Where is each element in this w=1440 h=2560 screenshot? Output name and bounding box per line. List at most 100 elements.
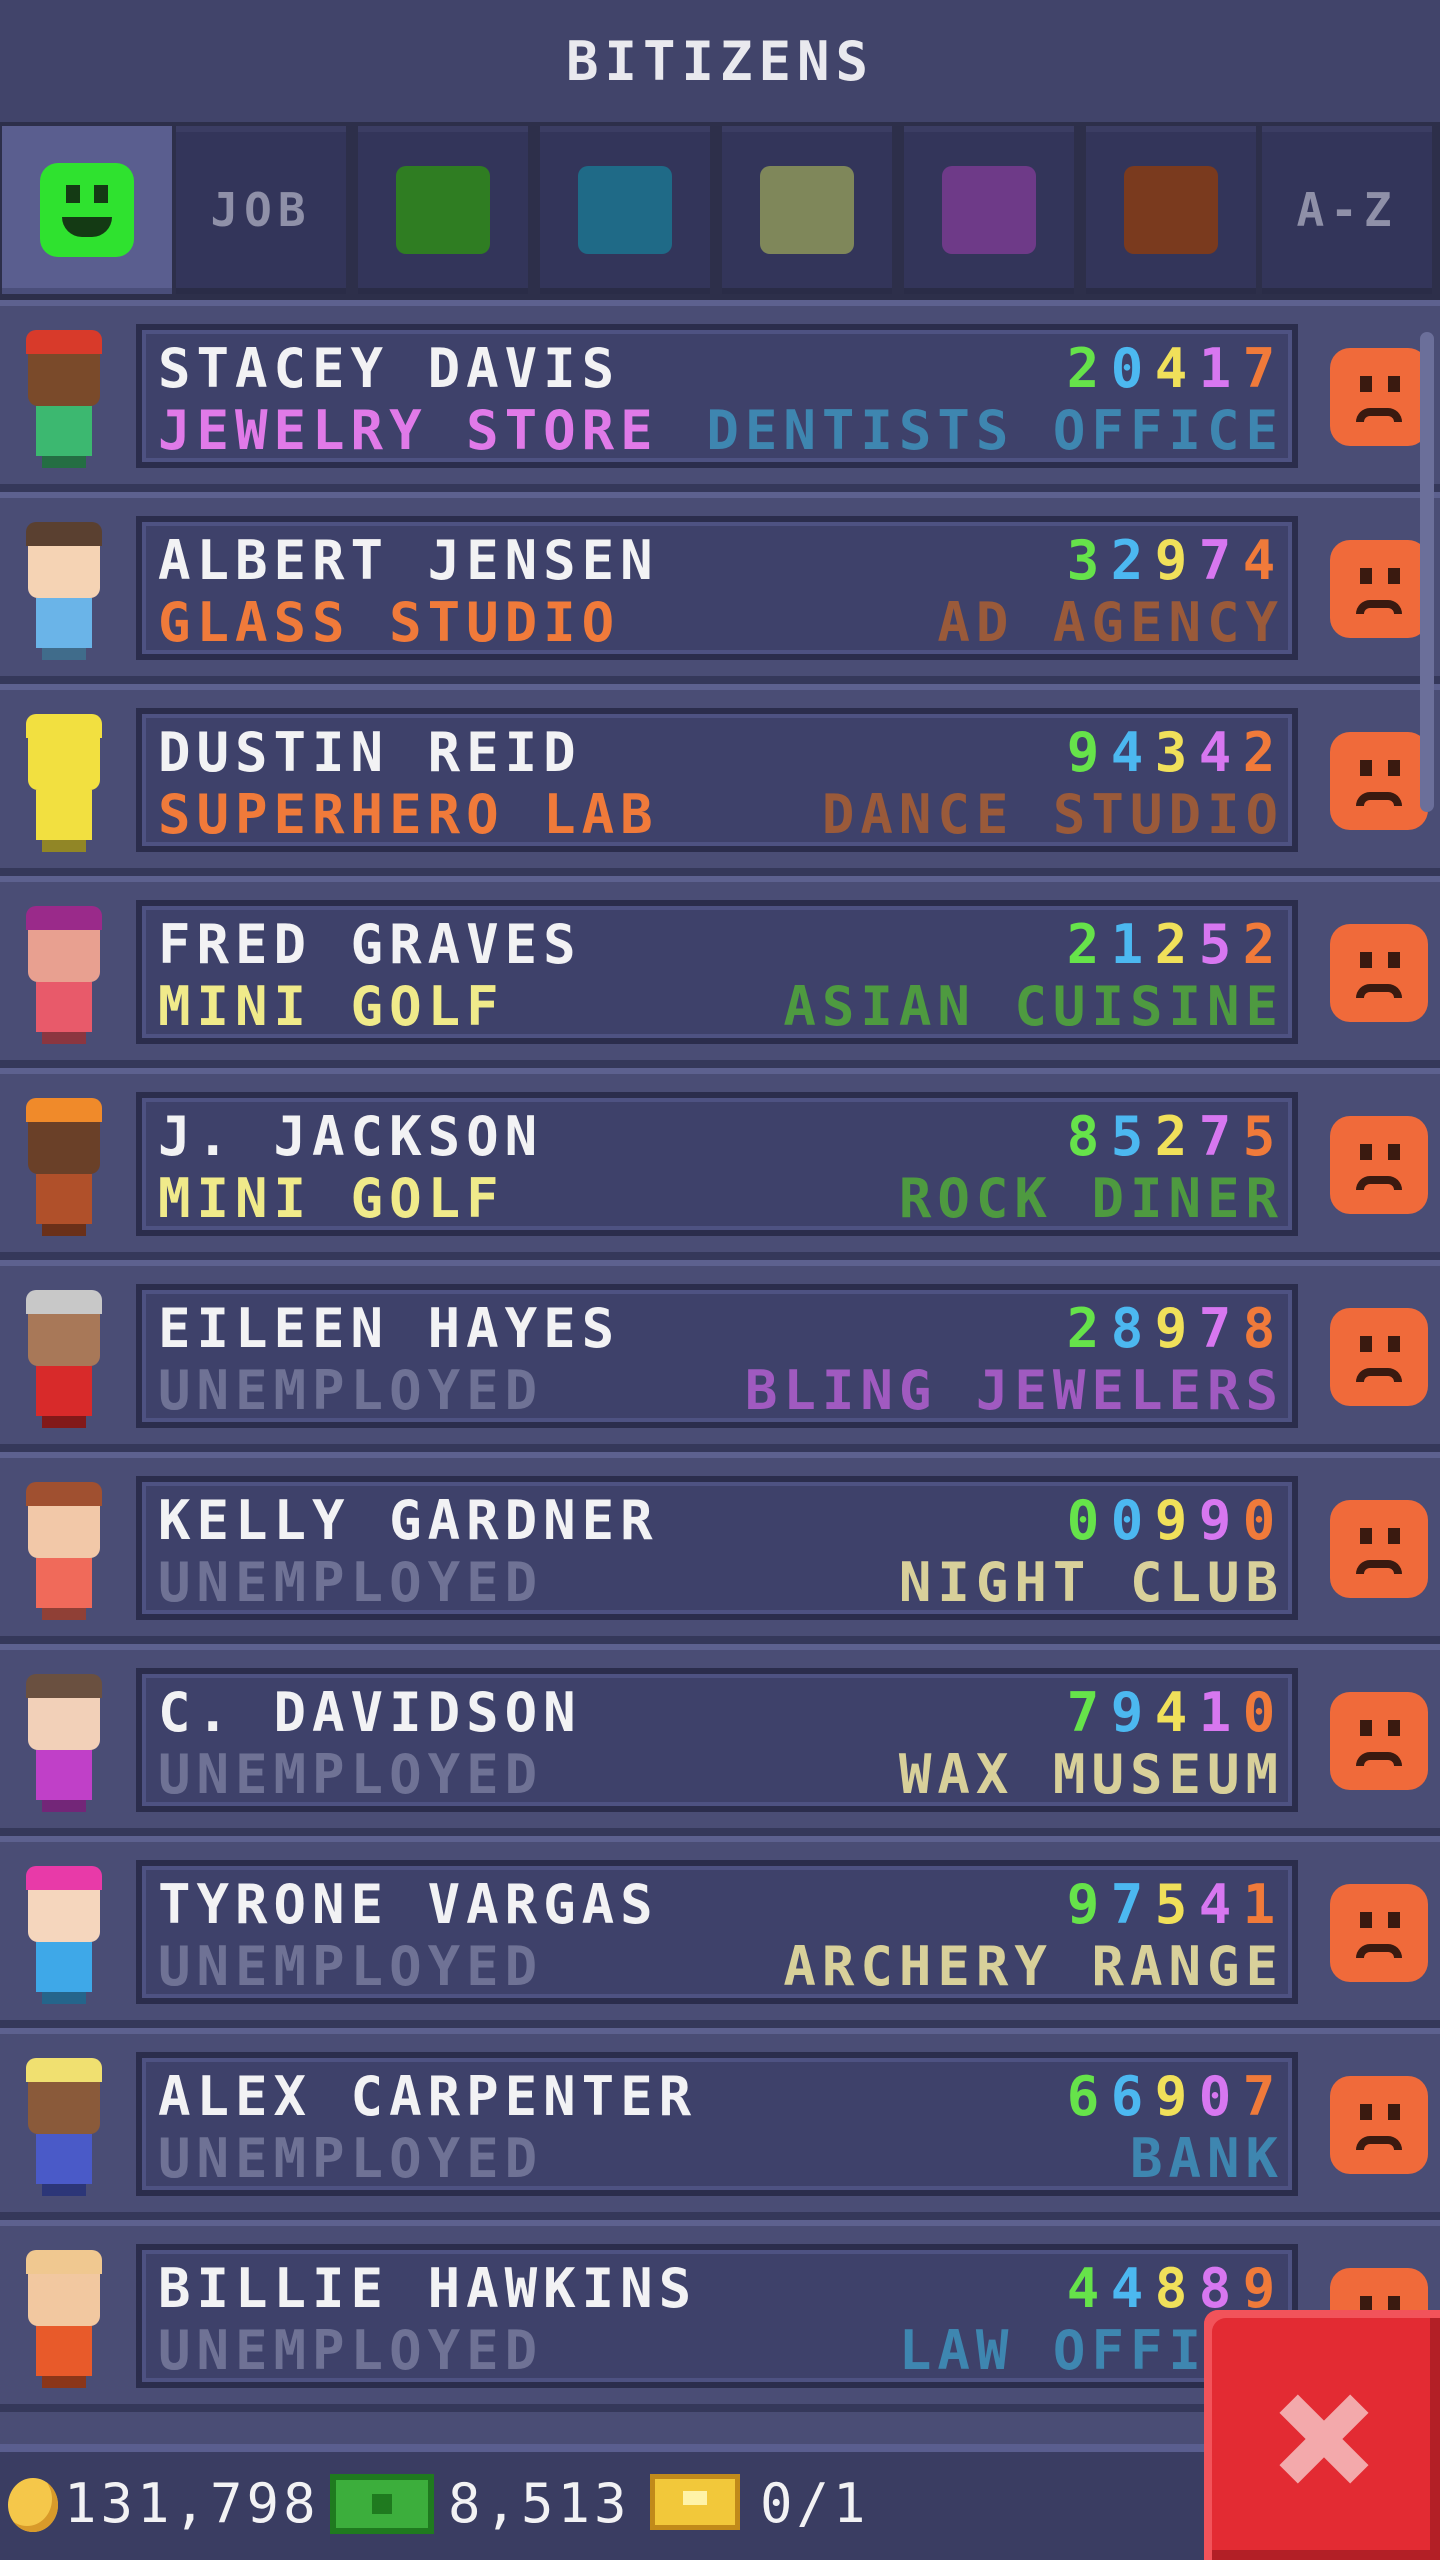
blue-swatch-icon (578, 166, 672, 254)
current-job: GLASS STUDIO (158, 591, 621, 654)
frown-face-icon (1330, 732, 1428, 830)
skill-digit: 5 (1242, 1105, 1282, 1168)
skill-digit: 6 (1110, 2065, 1150, 2128)
skill-digit: 7 (1198, 1105, 1238, 1168)
skill-digit: 4 (1110, 721, 1150, 784)
skill-digit: 1 (1198, 337, 1238, 400)
skill-digit: 5 (1198, 913, 1238, 976)
coin-count: 131,798 (64, 2472, 320, 2535)
resident-card: KELLY GARDNER UNEMPLOYED 0 0 9 9 0 NIGHT CLUB (136, 1476, 1298, 1620)
skill-digit: 9 (1198, 1489, 1238, 1552)
skill-number: 97541 (1064, 1874, 1284, 1936)
list-item[interactable]: TYRONE VARGAS UNEMPLOYED 9 7 5 4 1 ARCHERY RANG… (0, 1836, 1440, 2028)
skill-digit: 7 (1198, 529, 1238, 592)
skill-digit: 9 (1154, 1489, 1194, 1552)
skill-digit: 2 (1066, 913, 1106, 976)
resident-name: TYRONE VARGAS (158, 1873, 659, 1936)
resident-card: BILLIE HAWKINS UNEMPLOYED 4 4 8 8 9 LAW OFFICE (136, 2244, 1298, 2388)
avatar (14, 2050, 114, 2200)
tab-happiness[interactable] (2, 126, 172, 294)
skill-digit: 4 (1066, 2257, 1106, 2320)
resident-card: FRED GRAVES MINI GOLF 2 1 2 5 2 ASIAN CUISINE (136, 900, 1298, 1044)
skill-digit: 9 (1066, 1873, 1106, 1936)
tab-retail[interactable] (904, 126, 1074, 294)
scrollbar[interactable] (1420, 332, 1434, 812)
skill-digit: 9 (1154, 2065, 1194, 2128)
skill-digit: 4 (1110, 2257, 1150, 2320)
current-job: JEWELRY STORE (158, 399, 659, 462)
avatar (14, 2242, 114, 2392)
brown-swatch-icon (1124, 166, 1218, 254)
tab-food[interactable] (358, 126, 528, 294)
frown-face-icon (1330, 2076, 1428, 2174)
list-item[interactable]: EILEEN HAYES UNEMPLOYED 2 8 9 7 8 BLING JEWELER… (0, 1260, 1440, 1452)
skill-digit: 3 (1066, 529, 1106, 592)
tab-label: A-Z (1296, 183, 1398, 237)
list-item[interactable]: STACEY DAVIS JEWELRY STORE 2 0 4 1 7 DENTISTS O… (0, 300, 1440, 492)
resident-card: ALEX CARPENTER UNEMPLOYED 6 6 9 0 7 BANK (136, 2052, 1298, 2196)
list-item[interactable]: J. JACKSON MINI GOLF 8 5 2 7 5 ROCK DINER (0, 1068, 1440, 1260)
skill-digit: 7 (1242, 2065, 1282, 2128)
tab-creative[interactable] (1086, 126, 1256, 294)
skill-digit: 1 (1198, 1681, 1238, 1744)
tab-job[interactable]: JOB (176, 126, 346, 294)
skill-digit: 0 (1242, 1489, 1282, 1552)
skill-digit: 1 (1110, 913, 1150, 976)
skill-digit: 1 (1242, 1873, 1282, 1936)
list-item[interactable]: KELLY GARDNER UNEMPLOYED 0 0 9 9 0 NIGHT CLUB (0, 1452, 1440, 1644)
skill-number: 79410 (1064, 1682, 1284, 1744)
avatar (14, 1090, 114, 1240)
bux-icon (330, 2474, 434, 2534)
bux-count: 8,513 (448, 2472, 631, 2535)
frown-face-icon (1330, 1500, 1428, 1598)
skill-digit: 2 (1066, 1297, 1106, 1360)
dream-job: DANCE STUDIO (821, 783, 1284, 846)
skill-digit: 7 (1110, 1873, 1150, 1936)
current-job: UNEMPLOYED (158, 1359, 544, 1422)
skill-digit: 8 (1066, 1105, 1106, 1168)
skill-digit: 8 (1242, 1297, 1282, 1360)
green-swatch-icon (396, 166, 490, 254)
list-item[interactable]: C. DAVIDSON UNEMPLOYED 7 9 4 1 0 WAX MUSEUM (0, 1644, 1440, 1836)
current-job: SUPERHERO LAB (158, 783, 659, 846)
skill-digit: 2 (1242, 913, 1282, 976)
resident-name: FRED GRAVES (158, 913, 582, 976)
avatar (14, 898, 114, 1048)
dream-job: BLING JEWELERS (744, 1359, 1284, 1422)
resident-card: STACEY DAVIS JEWELRY STORE 2 0 4 1 7 DENTISTS O… (136, 324, 1298, 468)
list-item[interactable]: ALBERT JENSEN GLASS STUDIO 3 2 9 7 4 AD AGENCY (0, 492, 1440, 684)
sort-tabs: JOB A-Z (0, 122, 1440, 300)
smiley-icon (40, 163, 134, 257)
frown-face-icon (1330, 540, 1428, 638)
skill-number: 85275 (1064, 1106, 1284, 1168)
skill-digit: 2 (1154, 913, 1194, 976)
skill-digit: 3 (1154, 721, 1194, 784)
ticket-count: 0/1 (760, 2472, 870, 2535)
skill-digit: 8 (1154, 2257, 1194, 2320)
list-item[interactable]: ALEX CARPENTER UNEMPLOYED 6 6 9 0 7 BANK (0, 2028, 1440, 2220)
tab-service[interactable] (540, 126, 710, 294)
coin-icon (8, 2478, 58, 2532)
avatar (14, 1666, 114, 1816)
list-item[interactable]: DUSTIN REID SUPERHERO LAB 9 4 3 4 2 DANCE STUDI… (0, 684, 1440, 876)
current-job: UNEMPLOYED (158, 2127, 544, 2190)
skill-digit: 2 (1242, 721, 1282, 784)
frown-face-icon (1330, 1116, 1428, 1214)
close-button[interactable] (1204, 2310, 1440, 2560)
dream-job: ROCK DINER (898, 1167, 1284, 1230)
tab-alpha[interactable]: A-Z (1262, 126, 1432, 294)
skill-number: 32974 (1064, 530, 1284, 592)
skill-digit: 7 (1066, 1681, 1106, 1744)
purple-swatch-icon (942, 166, 1036, 254)
tab-recreation[interactable] (722, 126, 892, 294)
skill-number: 20417 (1064, 338, 1284, 400)
tab-label: JOB (210, 183, 312, 237)
skill-digit: 7 (1198, 1297, 1238, 1360)
frown-face-icon (1330, 924, 1428, 1022)
list-item[interactable]: FRED GRAVES MINI GOLF 2 1 2 5 2 ASIAN CUISINE (0, 876, 1440, 1068)
dream-job: ARCHERY RANGE (783, 1935, 1284, 1998)
skill-digit: 0 (1110, 337, 1150, 400)
frown-face-icon (1330, 348, 1428, 446)
dream-job: DENTISTS OFFICE (706, 399, 1284, 462)
skill-number: 94342 (1064, 722, 1284, 784)
